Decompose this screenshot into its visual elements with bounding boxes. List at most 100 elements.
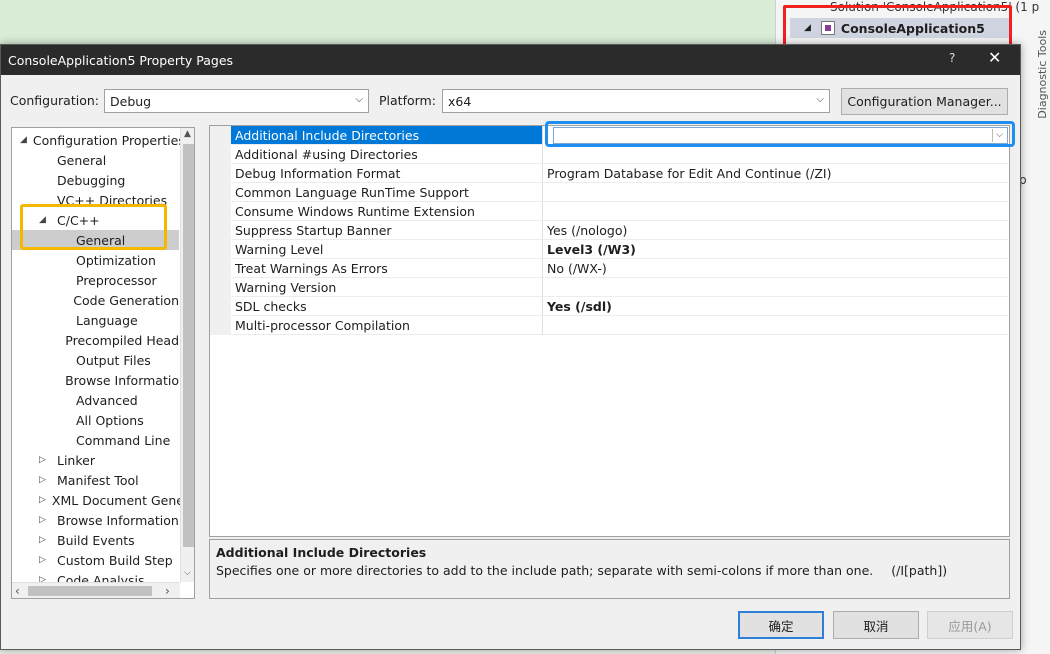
tree-item-label: Browse Informatio [65,372,179,388]
row-gutter [210,278,231,297]
scroll-up-icon[interactable]: ▲ [184,129,191,139]
scroll-right-icon[interactable]: › [165,584,170,598]
property-row[interactable]: Additional #using Directories [210,145,1009,164]
property-value[interactable]: Yes (/sdl) [543,297,1008,316]
tree-item[interactable]: Precompiled Head [12,330,179,350]
property-row[interactable]: Consume Windows Runtime Extension [210,202,1009,221]
tree-item-label: Output Files [76,352,151,368]
scroll-left-icon[interactable]: ‹ [15,584,20,598]
expand-triangle-icon[interactable]: ▷ [39,515,51,525]
tree-item[interactable]: ◢ Configuration Properties [12,130,185,150]
ok-button[interactable]: 确定 [738,611,824,639]
expand-triangle-icon[interactable]: ▷ [39,475,51,485]
tree-item-label: Build Events [57,532,135,548]
tree-item-label: Browse Information [57,512,179,528]
property-value[interactable] [543,202,1008,221]
tree-item-label: All Options [76,412,144,428]
tree-item[interactable]: Command Line [12,430,179,450]
tree-item[interactable]: Output Files [12,350,179,370]
configuration-manager-button[interactable]: Configuration Manager... [841,88,1008,115]
tree-item[interactable]: All Options [12,410,179,430]
expand-triangle-icon[interactable]: ▷ [39,495,46,505]
expand-triangle-icon[interactable]: ▷ [39,555,51,565]
tree-horizontal-scrollbar[interactable]: ‹ › [12,582,180,598]
description-text-line: Specifies one or more directories to add… [216,563,1003,578]
tree-item-label: Advanced [76,392,138,408]
tree-item-label: Configuration Properties [32,132,185,148]
property-value[interactable] [543,145,1008,164]
property-value[interactable] [543,316,1008,335]
property-name[interactable]: Suppress Startup Banner [231,221,543,240]
tree-item[interactable]: Code Generation [12,290,179,310]
property-row[interactable]: Debug Information Format Program Database… [210,164,1009,183]
expand-triangle-icon[interactable]: ▷ [39,455,51,465]
property-value[interactable]: No (/WX-) [543,259,1008,278]
tree-item-label: General [57,152,107,168]
apply-button[interactable]: 应用(A) [927,611,1013,639]
row-gutter [210,145,231,164]
row-gutter [210,126,231,145]
property-row[interactable]: SDL checks Yes (/sdl) [210,297,1009,316]
collapse-triangle-icon[interactable]: ◢ [20,135,27,145]
tree-item[interactable]: ▷ Build Events [12,530,179,550]
property-value[interactable]: Yes (/nologo) [543,221,1008,240]
property-row[interactable]: Common Language RunTime Support [210,183,1009,202]
configuration-select[interactable]: Debug ⌵ [104,89,369,113]
property-value[interactable]: Program Database for Edit And Continue (… [543,164,1008,183]
tree-item[interactable]: ▷ Browse Information [12,510,179,530]
property-row[interactable]: Suppress Startup Banner Yes (/nologo) [210,221,1009,240]
tree-item[interactable]: Browse Informatio [12,370,179,390]
property-value[interactable]: Level3 (/W3) [543,240,1008,259]
tree-item[interactable]: Debugging [12,170,179,190]
property-name[interactable]: Common Language RunTime Support [231,183,543,202]
tree-item[interactable]: ▷ Custom Build Step [12,550,179,570]
help-icon[interactable]: ? [949,51,955,65]
property-name[interactable]: Debug Information Format [231,164,543,183]
property-name[interactable]: Warning Level [231,240,543,259]
tree-item-label: Custom Build Step [57,552,173,568]
row-gutter [210,297,231,316]
tree-vertical-scrollbar[interactable]: ▲ ⌵ [180,128,194,582]
property-grid[interactable]: Additional Include Directories ⌵ Additiona… [209,125,1010,537]
property-value[interactable] [543,278,1008,297]
property-value[interactable] [543,183,1008,202]
dialog-titlebar[interactable]: ConsoleApplication5 Property Pages ? ✕ [1,45,1020,75]
tree-item-label: Code Generation [73,292,179,308]
property-row[interactable]: Warning Version [210,278,1009,297]
diagnostic-tools-tab[interactable]: Diagnostic Tools [1036,30,1049,119]
scroll-down-icon[interactable]: ⌵ [184,568,191,578]
tree-item[interactable]: General [12,150,179,170]
tree-item-label: Linker [57,452,95,468]
dialog-title: ConsoleApplication5 Property Pages [8,52,234,68]
description-panel: Additional Include Directories Specifies… [209,539,1010,599]
tree-item[interactable]: Optimization [12,250,179,270]
property-row[interactable]: Warning Level Level3 (/W3) [210,240,1009,259]
tree-item[interactable]: ▷ Linker [12,450,179,470]
chevron-down-icon: ⌵ [816,94,824,105]
property-name[interactable]: Treat Warnings As Errors [231,259,543,278]
platform-select[interactable]: x64 ⌵ [442,89,830,113]
tree-item[interactable]: ▷ Manifest Tool [12,470,179,490]
property-row[interactable]: Multi-processor Compilation [210,316,1009,335]
property-name[interactable]: SDL checks [231,297,543,316]
scrollbar-thumb[interactable] [28,586,152,596]
cancel-button[interactable]: 取消 [833,611,919,639]
tree-item[interactable]: Advanced [12,390,179,410]
tree-item[interactable]: ▷ XML Document Gene [12,490,184,510]
row-gutter [210,316,231,335]
tree-item[interactable]: Preprocessor [12,270,179,290]
close-icon[interactable]: ✕ [988,48,1001,67]
expand-triangle-icon[interactable]: ▷ [39,535,51,545]
tree-item-label: Preprocessor [76,272,157,288]
property-row[interactable]: Treat Warnings As Errors No (/WX-) [210,259,1009,278]
property-name[interactable]: Additional Include Directories [231,126,543,145]
property-name[interactable]: Warning Version [231,278,543,297]
tree-item[interactable]: Language [12,310,179,330]
property-name[interactable]: Multi-processor Compilation [231,316,543,335]
scrollbar-thumb[interactable] [183,144,194,547]
blue-highlight-box [545,121,1015,147]
tree-item-label: Command Line [76,432,171,448]
property-name[interactable]: Consume Windows Runtime Extension [231,202,543,221]
property-name[interactable]: Additional #using Directories [231,145,543,164]
property-tree[interactable]: ◢ Configuration Properties General Debuggin… [11,127,195,599]
